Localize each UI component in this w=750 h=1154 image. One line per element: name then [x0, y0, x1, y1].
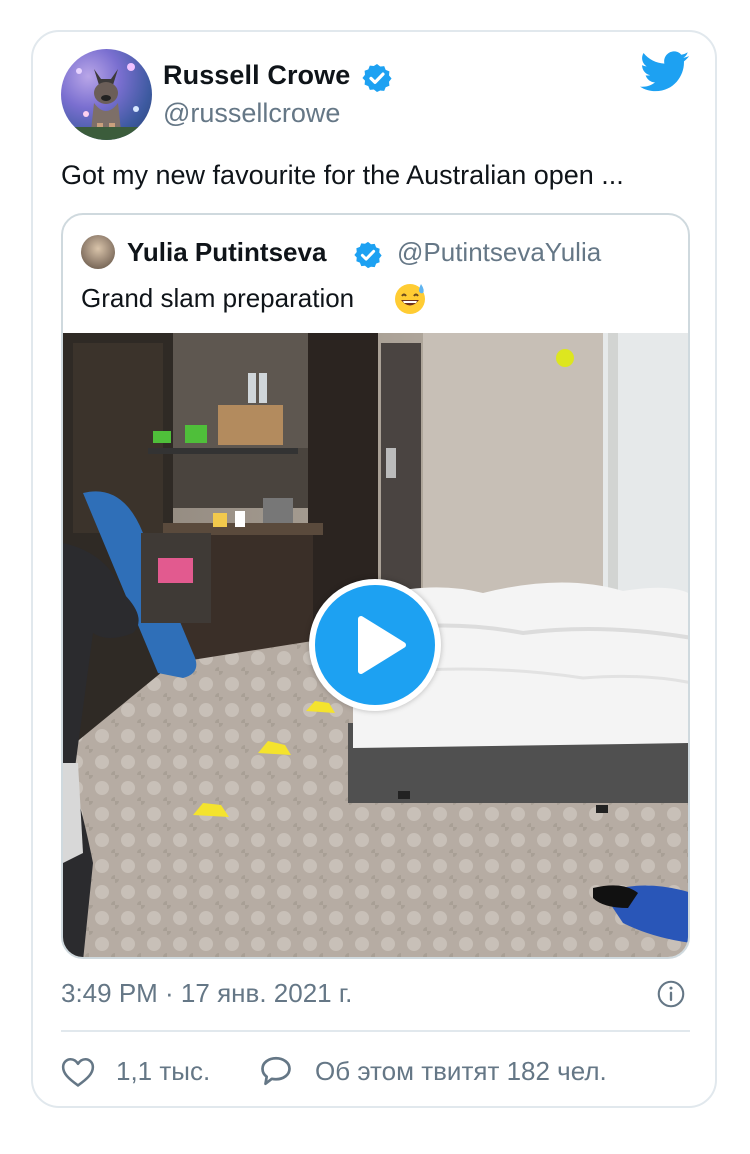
play-button[interactable]: [309, 579, 441, 711]
info-icon[interactable]: [657, 980, 685, 1008]
play-icon: [358, 616, 406, 674]
quoted-author-name[interactable]: Yulia Putintseva: [127, 237, 326, 268]
speech-bubble-icon[interactable]: [258, 1054, 294, 1088]
conversation-count[interactable]: Об этом твитят 182 чел.: [315, 1056, 607, 1087]
quoted-author-avatar[interactable]: [81, 235, 115, 269]
author-name[interactable]: Russell Crowe: [163, 60, 350, 91]
quoted-tweet-text: Grand slam preparation: [81, 283, 355, 313]
sweat-smile-emoji: [395, 284, 425, 314]
author-handle[interactable]: @russellcrowe: [163, 98, 340, 129]
quoted-author-handle[interactable]: @PutintsevaYulia: [397, 237, 601, 268]
heart-icon[interactable]: [61, 1056, 95, 1088]
quoted-tweet[interactable]: Yulia Putintseva @PutintsevaYulia Grand …: [61, 213, 690, 959]
tweet-timestamp[interactable]: 3:49 PM · 17 янв. 2021 г.: [61, 978, 352, 1009]
verified-badge-icon: [354, 241, 382, 269]
verified-badge-icon: [362, 64, 392, 92]
video-thumbnail[interactable]: [63, 333, 688, 957]
twitter-bird-icon[interactable]: [640, 51, 690, 93]
like-count[interactable]: 1,1 тыс.: [116, 1056, 210, 1087]
tweet-text: Got my new favourite for the Australian …: [61, 160, 624, 190]
author-avatar[interactable]: [61, 49, 152, 140]
divider: [61, 1030, 690, 1032]
